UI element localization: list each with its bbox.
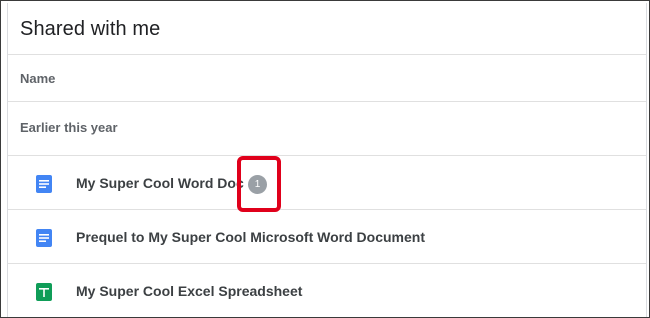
section-header: Earlier this year (8, 102, 646, 156)
column-header-name[interactable]: Name (20, 71, 55, 86)
screenshot-frame: Shared with me Name Earlier this year My… (0, 0, 650, 318)
column-header-row: Name (8, 55, 646, 102)
file-name: My Super Cool Word Doc (76, 175, 244, 191)
file-row-prequel-doc[interactable]: Prequel to My Super Cool Microsoft Word … (8, 210, 646, 264)
file-row-excel-spreadsheet[interactable]: My Super Cool Excel Spreadsheet (8, 264, 646, 317)
google-sheets-icon (36, 283, 52, 301)
shared-with-me-panel: Shared with me Name Earlier this year My… (7, 3, 647, 317)
google-docs-icon (36, 229, 52, 247)
file-name: Prequel to My Super Cool Microsoft Word … (76, 229, 425, 245)
annotation-highlight-box (237, 156, 281, 212)
file-row-word-doc[interactable]: My Super Cool Word Doc 1 (8, 156, 646, 212)
page-title: Shared with me (20, 18, 161, 40)
file-name: My Super Cool Excel Spreadsheet (76, 283, 303, 299)
section-label: Earlier this year (20, 120, 118, 135)
page-header: Shared with me (8, 3, 646, 55)
google-docs-icon (36, 175, 52, 193)
